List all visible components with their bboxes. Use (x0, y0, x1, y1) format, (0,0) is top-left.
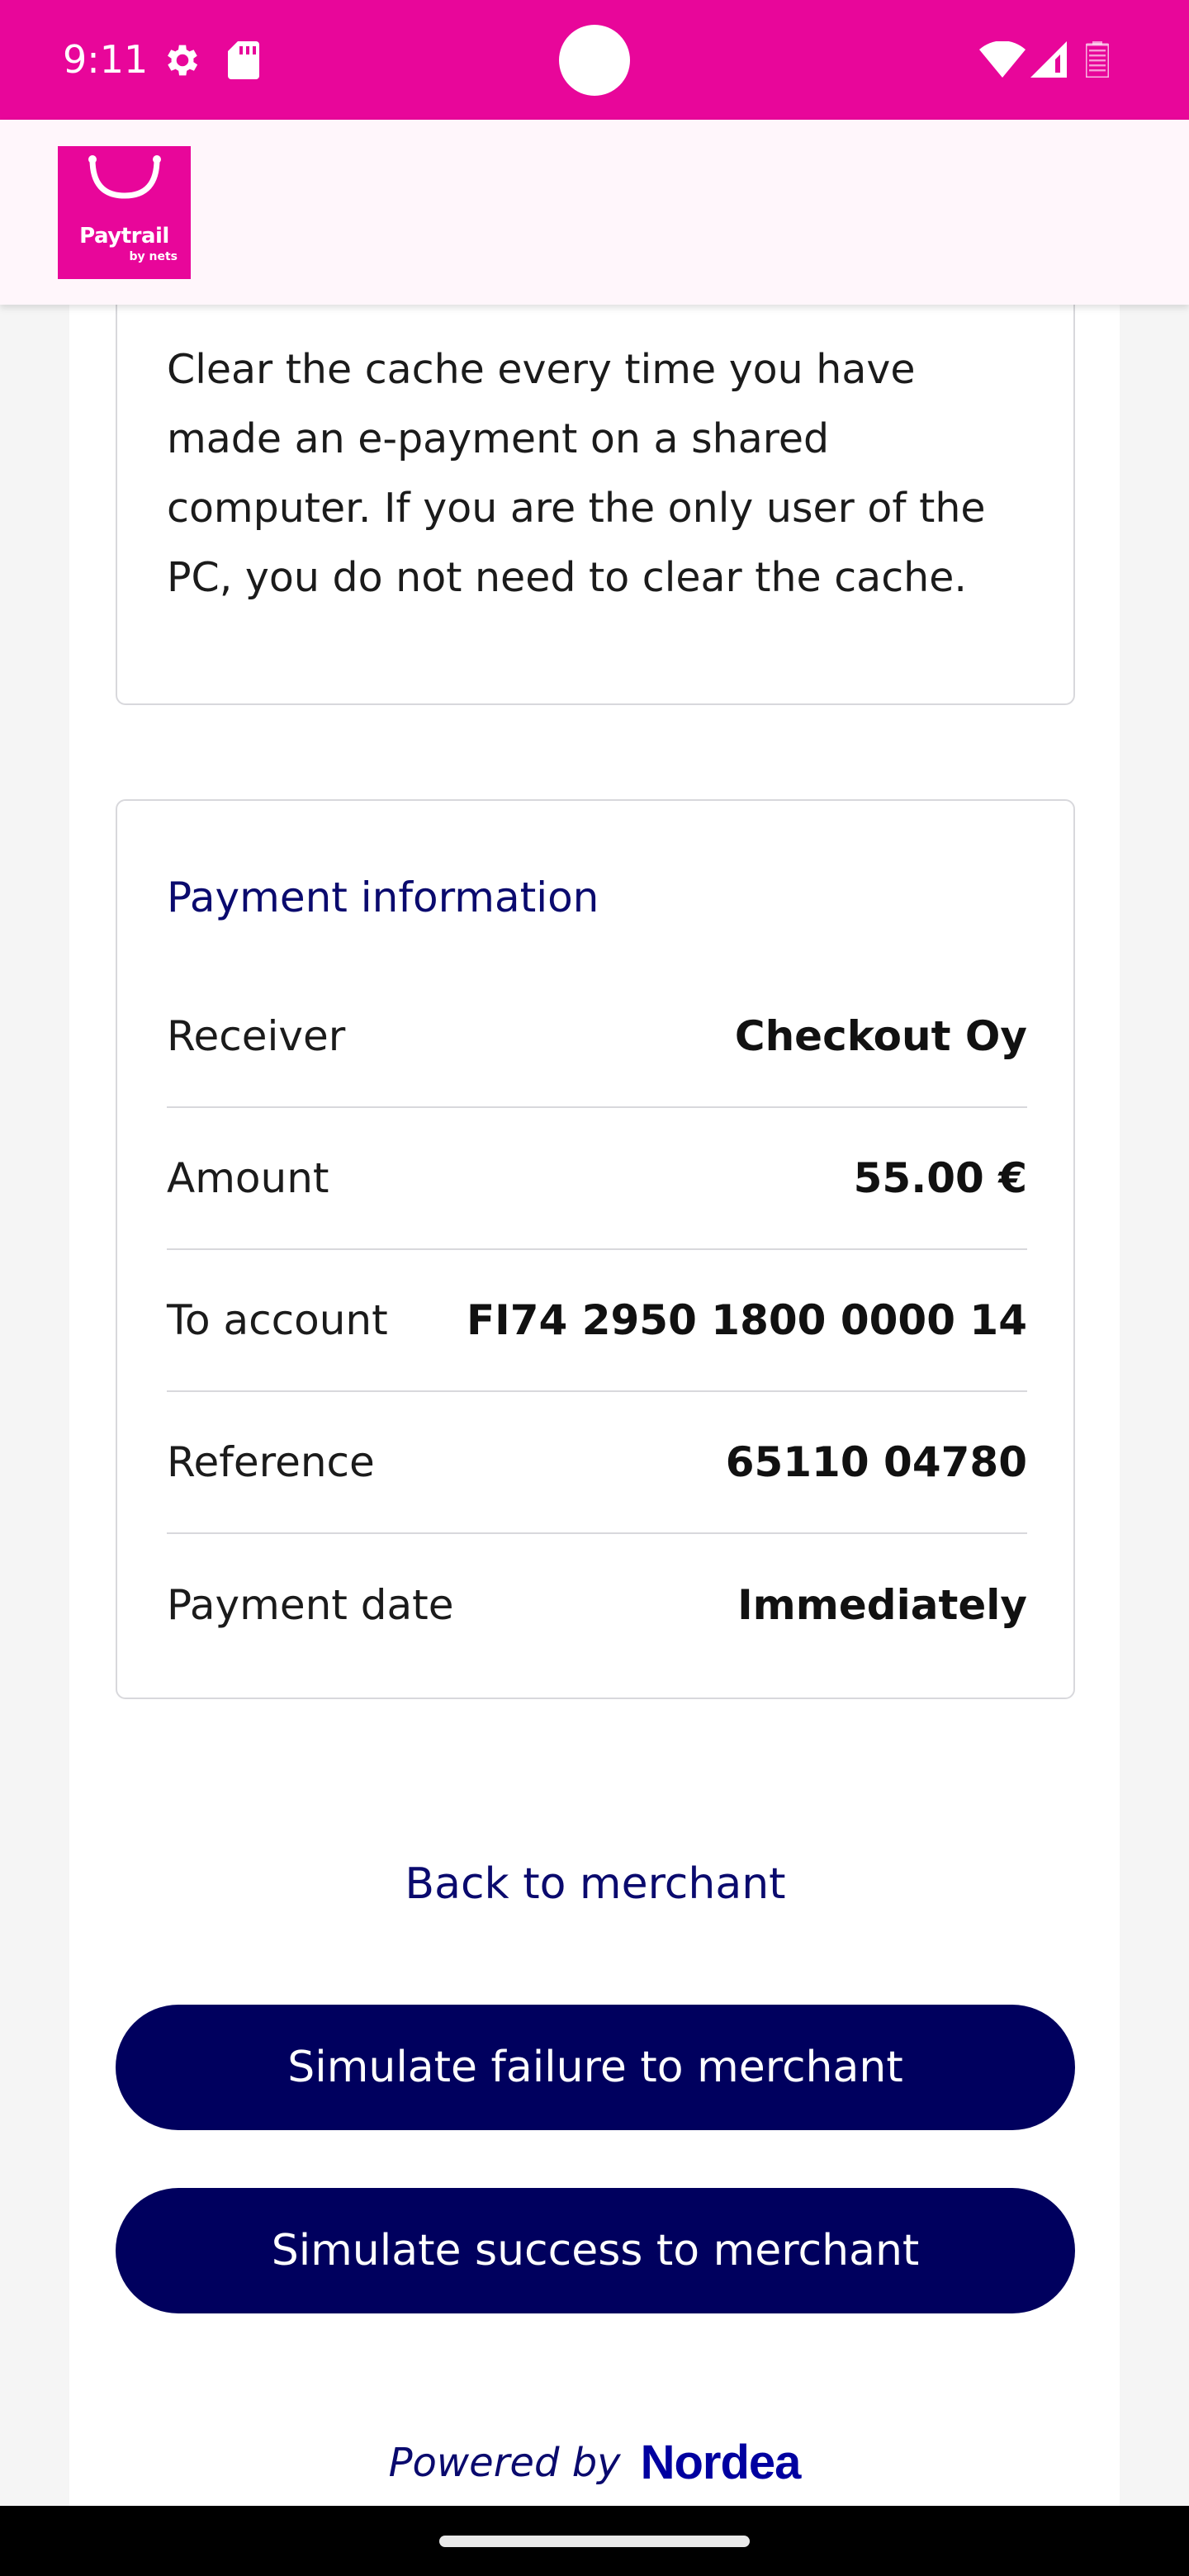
payment-info-card: Payment information Receiver Checkout Oy… (116, 799, 1075, 1699)
navigation-bar (0, 2506, 1189, 2576)
row-value: FI74 2950 1800 0000 14 (466, 1296, 1027, 1344)
status-time: 9:11 (63, 37, 149, 82)
payment-row-amount: Amount 55.00 € (167, 1108, 1027, 1250)
row-value: 65110 04780 (725, 1438, 1027, 1486)
row-label: To account (167, 1296, 388, 1344)
smile-icon (88, 155, 161, 199)
signal-icon (1030, 41, 1067, 78)
payment-row-date: Payment date Immediately (167, 1534, 1027, 1676)
cache-notice-text: Clear the cache every time you have made… (167, 346, 986, 601)
simulate-failure-button[interactable]: Simulate failure to merchant (116, 2005, 1075, 2130)
app-header: Paytrail by nets (0, 120, 1189, 305)
payment-row-receiver: Receiver Checkout Oy (167, 966, 1027, 1108)
payment-row-reference: Reference 65110 04780 (167, 1392, 1027, 1534)
home-gesture-handle[interactable] (439, 2536, 750, 2547)
status-bar: 9:11 (0, 0, 1189, 120)
sd-card-icon (228, 41, 259, 79)
camera-cutout (559, 25, 630, 96)
row-label: Payment date (167, 1581, 454, 1629)
paytrail-logo: Paytrail by nets (58, 146, 191, 279)
logo-name: Paytrail (79, 224, 169, 249)
row-value: Immediately (737, 1581, 1027, 1629)
logo-sub: by nets (129, 250, 178, 263)
payment-row-account: To account FI74 2950 1800 0000 14 (167, 1250, 1027, 1392)
row-label: Receiver (167, 1012, 346, 1060)
row-label: Reference (167, 1438, 375, 1486)
battery-icon (1086, 41, 1109, 78)
row-value: Checkout Oy (734, 1012, 1027, 1060)
nordea-logo: Nordea (640, 2436, 802, 2489)
powered-by: Powered by Nordea (0, 2434, 1189, 2492)
powered-by-text: Powered by (388, 2440, 621, 2486)
wifi-icon (979, 41, 1026, 78)
simulate-success-button[interactable]: Simulate success to merchant (116, 2188, 1075, 2313)
payment-info-title: Payment information (167, 874, 599, 921)
row-value: 55.00 € (853, 1154, 1027, 1202)
cache-notice-card: Clear the cache every time you have made… (116, 248, 1075, 705)
back-to-merchant-link[interactable]: Back to merchant (116, 1851, 1075, 1917)
row-label: Amount (167, 1154, 329, 1202)
gear-icon (168, 45, 198, 76)
